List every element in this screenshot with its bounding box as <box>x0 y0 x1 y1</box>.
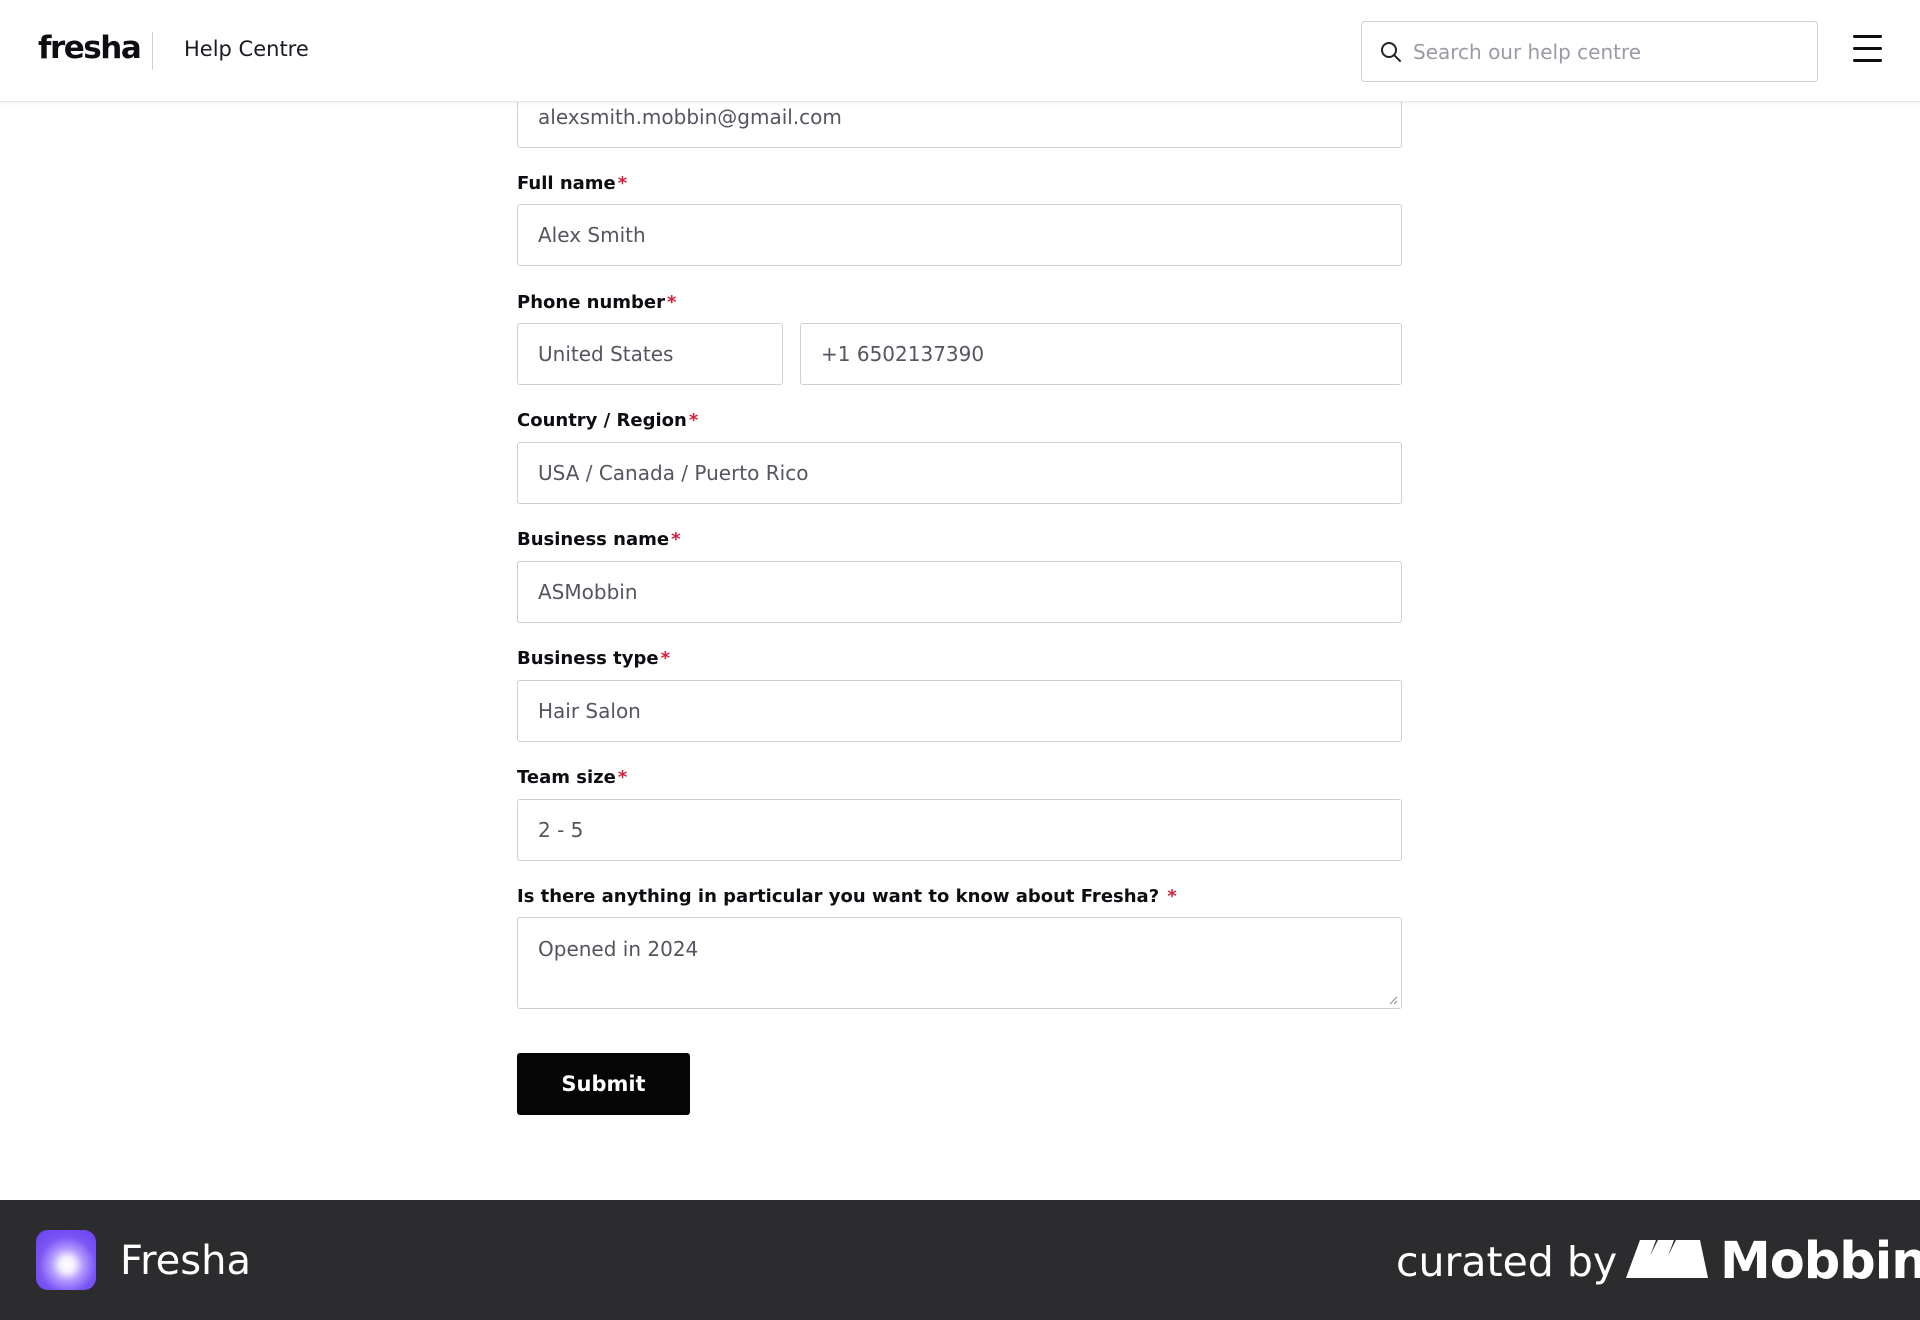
curated-by-text: curated by <box>1396 1238 1618 1286</box>
site-header: fresha Help Centre <box>0 0 1920 102</box>
phone-country-select[interactable]: United States <box>517 323 783 385</box>
question-textarea[interactable]: Opened in 2024 <box>517 917 1402 1009</box>
help-centre-link[interactable]: Help Centre <box>184 37 309 61</box>
team-size-select[interactable]: 2 - 5 <box>517 799 1402 861</box>
header-divider <box>152 32 153 70</box>
country-region-select[interactable]: USA / Canada / Puerto Rico <box>517 442 1402 504</box>
required-asterisk: * <box>667 292 677 313</box>
required-asterisk: * <box>617 767 628 788</box>
required-asterisk: * <box>660 648 670 669</box>
mobbin-wordmark: Mobbin <box>1720 1232 1920 1291</box>
footer-banner: Fresha curated by Mobbin <box>0 1200 1920 1320</box>
question-text: Opened in 2024 <box>538 937 699 961</box>
required-asterisk: * <box>671 529 681 550</box>
business-name-label: Business name * <box>517 529 681 550</box>
country-region-label: Country / Region * <box>517 410 699 431</box>
full-name-field[interactable]: Alex Smith <box>517 204 1402 266</box>
search-input[interactable] <box>1413 36 1803 68</box>
resize-handle-icon[interactable] <box>1388 995 1398 1005</box>
mobbin-logo-icon <box>1626 1240 1708 1278</box>
required-asterisk: * <box>1167 886 1177 907</box>
business-type-label: Business type * <box>517 648 670 669</box>
fresha-logo[interactable]: fresha <box>38 30 142 66</box>
question-label: Is there anything in particular you want… <box>517 886 1177 907</box>
fresha-app-icon <box>36 1230 96 1290</box>
hamburger-menu-icon[interactable] <box>1853 35 1882 62</box>
help-search-box[interactable] <box>1361 21 1818 82</box>
submit-button[interactable]: Submit <box>517 1053 690 1115</box>
business-name-field[interactable]: ASMobbin <box>517 561 1402 623</box>
business-type-select[interactable]: Hair Salon <box>517 680 1402 742</box>
team-size-label: Team size * <box>517 767 628 788</box>
required-asterisk: * <box>617 173 628 194</box>
phone-number-label: Phone number * <box>517 292 677 313</box>
full-name-label: Full name * <box>517 173 628 194</box>
phone-number-field[interactable]: +1 6502137390 <box>800 323 1402 385</box>
app-name: Fresha <box>120 1238 251 1284</box>
search-icon <box>1381 42 1401 62</box>
required-asterisk: * <box>688 410 699 431</box>
